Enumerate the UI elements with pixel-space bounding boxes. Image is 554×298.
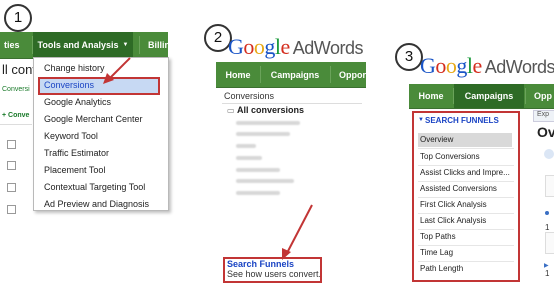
panel2-nav-opp-label: Oppor [339, 69, 366, 80]
row-checkbox[interactable] [7, 161, 16, 170]
panel2-nav-tab-opportunities[interactable]: Oppor [331, 62, 374, 87]
sidebar-item-overview[interactable]: Overview [420, 135, 453, 144]
panel2-section-rule [222, 103, 362, 104]
panel2-all-conversions[interactable]: All conversions [237, 105, 304, 115]
sidebar-item-first-click-analysis[interactable]: First Click Analysis [420, 200, 487, 209]
panel3-page-title: Ov [537, 124, 554, 140]
search-funnels-highlight [223, 257, 322, 283]
blurred-conversion-item [236, 179, 294, 183]
sidebar-item-top-paths[interactable]: Top Paths [420, 232, 456, 241]
row-checkbox[interactable] [7, 205, 16, 214]
blurred-conversion-item [236, 168, 280, 172]
sidebar-item-top-conversions[interactable]: Top Conversions [420, 152, 480, 161]
pointer-arrow-icon [103, 57, 131, 84]
panel1-nav-bar: ties Tools and Analysis ▼ Billing [0, 32, 176, 59]
search-funnels-sidebar: ▼ SEARCH FUNNELS Overview Top Conversion… [412, 111, 520, 282]
sidebar-item-assist-clicks[interactable]: Assist Clicks and Impre... [420, 168, 510, 177]
blurred-conversion-item [236, 121, 300, 125]
blurred-conversion-item [236, 132, 290, 136]
blurred-conversion-item [236, 191, 280, 195]
panel1-sub-link[interactable]: Conversi [2, 86, 30, 93]
panel2-nav-bar: Home Campaigns Oppor [216, 62, 366, 88]
panel1-toolbar-rule [0, 124, 32, 125]
bullet-dot-icon [545, 211, 549, 215]
panel2-nav-campaigns-label: Campaigns [270, 69, 320, 80]
sidebar-item-path-length[interactable]: Path Length [420, 264, 463, 273]
menu-item-google-merchant-center[interactable]: Google Merchant Center [44, 114, 143, 124]
panel3-right-box [545, 175, 554, 197]
panel3-nav-bar: Home Campaigns Opp [409, 84, 554, 109]
panel2-nav-tab-campaigns[interactable]: Campaigns [261, 62, 329, 87]
row-checkbox[interactable] [7, 140, 16, 149]
panel1-nav-tab-billing[interactable]: Billing [140, 32, 188, 58]
menu-item-placement-tool[interactable]: Placement Tool [44, 165, 105, 175]
panel3-nav-home-label: Home [418, 91, 444, 101]
sidebar-title: SEARCH FUNNELS [425, 116, 499, 125]
sidebar-item-last-click-analysis[interactable]: Last Click Analysis [420, 216, 486, 225]
panel3-nav-tab-home[interactable]: Home [409, 84, 453, 108]
google-adwords-logo: Google AdWords [228, 34, 363, 59]
menu-item-change-history[interactable]: Change history [44, 63, 105, 73]
bullet-triangle-icon: ▶ [544, 263, 549, 269]
menu-item-conversions[interactable]: Conversions [44, 80, 94, 90]
blurred-conversion-item [236, 156, 262, 160]
pointer-arrow-icon [282, 204, 313, 260]
panel3-nav-campaigns-label: Campaigns [464, 91, 514, 101]
radio-icon[interactable] [544, 149, 554, 159]
panel3-right-box [545, 232, 554, 254]
collapse-triangle-icon[interactable]: ▼ [418, 117, 424, 123]
panel3-exp-tab[interactable]: Exp [533, 110, 554, 122]
folder-icon: ▭ [227, 106, 235, 115]
step-badge-3: 3 [395, 43, 423, 71]
panel1-nav-billing-label: Billing [148, 40, 176, 50]
menu-item-keyword-tool[interactable]: Keyword Tool [44, 131, 98, 141]
panel1-toolbar-add-conversion[interactable]: + Conve [2, 112, 29, 119]
step-badge-1: 1 [4, 4, 32, 32]
panel3-right-number: 1 [545, 269, 550, 278]
google-adwords-logo: Google AdWords [420, 53, 554, 78]
menu-item-ad-preview-diagnosis[interactable]: Ad Preview and Diagnosis [44, 199, 149, 209]
panel3-exp-label: Exp [537, 111, 550, 118]
chevron-down-icon: ▼ [122, 42, 129, 48]
panel3-right-number: 1 [545, 223, 550, 232]
panel1-nav-tools-label: Tools and Analysis [37, 40, 119, 50]
panel1-nav-tab-left[interactable]: ties [0, 32, 32, 58]
blurred-conversion-item [236, 144, 256, 148]
sidebar-item-time-lag[interactable]: Time Lag [420, 248, 453, 257]
panel1-nav-left-label: ties [4, 40, 20, 50]
panel2-nav-home-label: Home [225, 69, 251, 80]
menu-item-contextual-targeting-tool[interactable]: Contextual Targeting Tool [44, 182, 145, 192]
panel3-nav-opp-label: Opp [534, 91, 552, 101]
panel3-nav-tab-campaigns[interactable]: Campaigns [454, 84, 524, 108]
menu-item-traffic-estimator[interactable]: Traffic Estimator [44, 148, 109, 158]
sidebar-item-assisted-conversions[interactable]: Assisted Conversions [420, 184, 497, 193]
panel2-nav-tab-home[interactable]: Home [216, 62, 260, 87]
row-checkbox[interactable] [7, 183, 16, 192]
panel2-section-title: Conversions [224, 91, 275, 101]
menu-item-google-analytics[interactable]: Google Analytics [44, 97, 111, 107]
panel3-nav-tab-opportunities[interactable]: Opp [526, 84, 554, 108]
